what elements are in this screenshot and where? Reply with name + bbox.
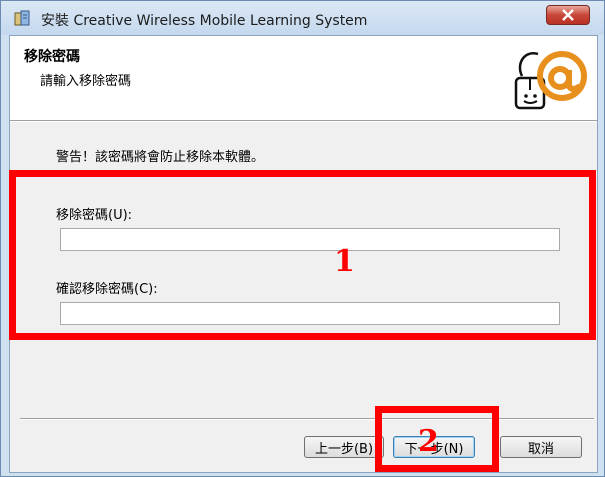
warning-text: 警告！該密碼將會防止移除本軟體。 [56, 150, 265, 165]
annotation-number-1: 1 [334, 244, 355, 279]
close-icon [562, 9, 574, 21]
page-subtitle: 請輸入移除密碼 [40, 74, 132, 89]
back-button[interactable]: 上一步(B) [304, 436, 384, 458]
annotation-number-2: 2 [418, 424, 439, 459]
annotation-box-1 [9, 170, 596, 340]
wizard-header: 移除密碼 請輸入移除密碼 [10, 36, 597, 120]
title-bar[interactable]: 安裝 Creative Wireless Mobile Learning Sys… [1, 1, 604, 35]
footer-divider [20, 418, 594, 420]
creative-logo-icon [514, 51, 587, 110]
window-title: 安裝 Creative Wireless Mobile Learning Sys… [41, 13, 368, 29]
header-divider [10, 120, 597, 122]
installer-app-icon [14, 10, 30, 26]
cancel-button[interactable]: 取消 [500, 436, 582, 458]
page-title: 移除密碼 [24, 49, 80, 65]
close-button[interactable] [546, 5, 590, 25]
